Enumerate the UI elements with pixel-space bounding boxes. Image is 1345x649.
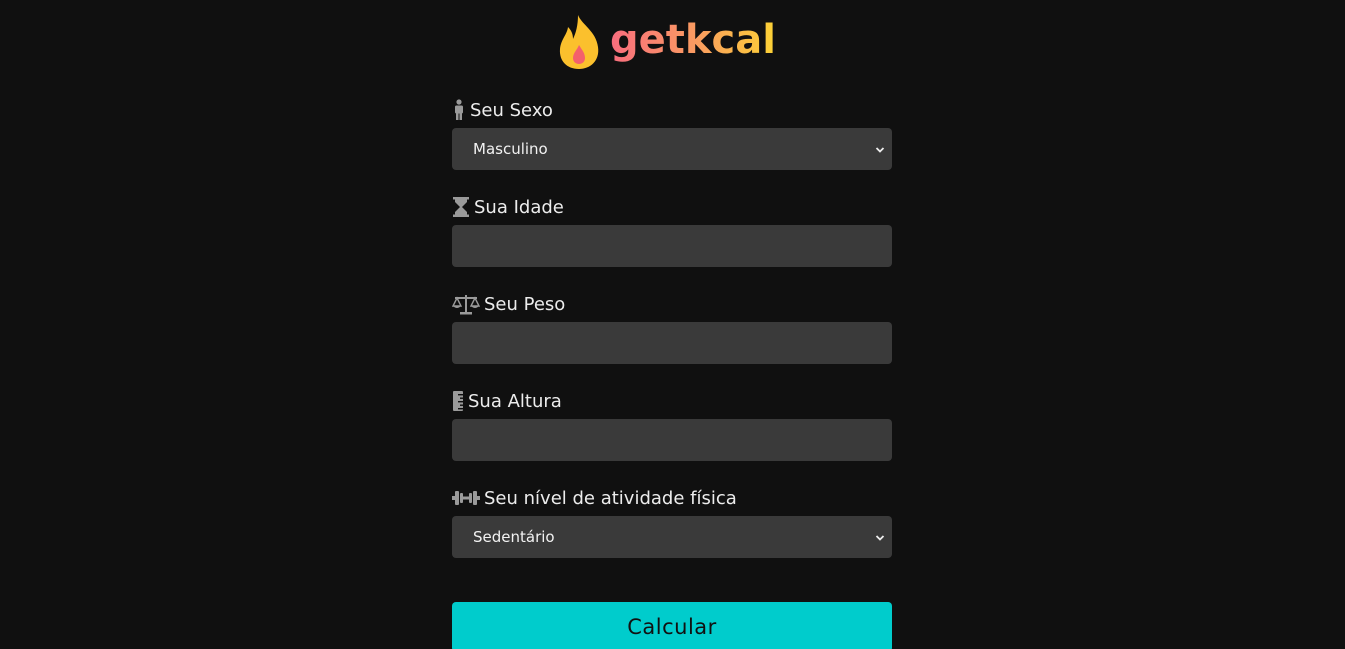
- page: getkcal Seu Sexo Masculino Sua Idade Seu…: [0, 0, 1345, 649]
- age-input[interactable]: [452, 225, 892, 267]
- scale-icon: [452, 293, 480, 315]
- calculate-button-label: Calcular: [627, 615, 717, 639]
- weight-field: Seu Peso: [452, 290, 892, 364]
- height-field: Sua Altura: [452, 387, 892, 461]
- sex-selected-value: Masculino: [473, 140, 548, 158]
- fire-icon: [556, 13, 602, 71]
- activity-select[interactable]: Sedentário: [452, 516, 892, 558]
- dumbbell-icon: [452, 487, 480, 509]
- ruler-icon: [452, 390, 464, 412]
- age-field: Sua Idade: [452, 193, 892, 267]
- height-input[interactable]: [452, 419, 892, 461]
- activity-selected-value: Sedentário: [473, 528, 555, 546]
- age-label-row: Sua Idade: [452, 193, 892, 221]
- logo: getkcal: [556, 12, 776, 72]
- weight-label: Seu Peso: [484, 293, 566, 315]
- age-label: Sua Idade: [474, 196, 564, 218]
- height-label: Sua Altura: [468, 390, 562, 412]
- sex-field: Seu Sexo Masculino: [452, 96, 892, 170]
- calorie-form: Seu Sexo Masculino Sua Idade Seu Peso Su…: [452, 96, 892, 649]
- sex-label-row: Seu Sexo: [452, 96, 892, 124]
- brand-name: getkcal: [610, 17, 776, 63]
- height-label-row: Sua Altura: [452, 387, 892, 415]
- person-icon: [452, 99, 466, 121]
- activity-label: Seu nível de atividade física: [484, 487, 737, 509]
- chevron-down-icon: [875, 528, 885, 546]
- hourglass-icon: [452, 196, 470, 218]
- chevron-down-icon: [875, 140, 885, 158]
- activity-field: Seu nível de atividade física Sedentário: [452, 484, 892, 558]
- weight-label-row: Seu Peso: [452, 290, 892, 318]
- weight-input[interactable]: [452, 322, 892, 364]
- sex-select[interactable]: Masculino: [452, 128, 892, 170]
- sex-label: Seu Sexo: [470, 99, 553, 121]
- calculate-button[interactable]: Calcular: [452, 602, 892, 649]
- activity-label-row: Seu nível de atividade física: [452, 484, 892, 512]
